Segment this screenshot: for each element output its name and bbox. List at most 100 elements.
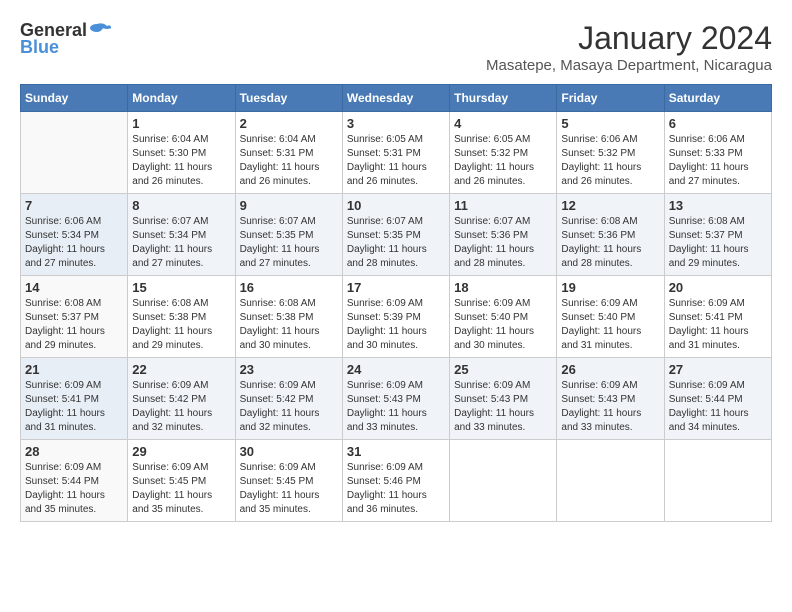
table-row: 8 Sunrise: 6:07 AMSunset: 5:34 PMDayligh… bbox=[128, 194, 235, 276]
day-number: 15 bbox=[132, 280, 230, 295]
cell-info: Sunrise: 6:09 AMSunset: 5:39 PMDaylight:… bbox=[347, 298, 427, 351]
day-number: 26 bbox=[561, 362, 659, 377]
cell-info: Sunrise: 6:09 AMSunset: 5:40 PMDaylight:… bbox=[561, 298, 641, 351]
day-number: 18 bbox=[454, 280, 552, 295]
calendar-week-row: 7 Sunrise: 6:06 AMSunset: 5:34 PMDayligh… bbox=[21, 194, 772, 276]
table-row: 26 Sunrise: 6:09 AMSunset: 5:43 PMDaylig… bbox=[557, 358, 664, 440]
header-wednesday: Wednesday bbox=[342, 85, 449, 112]
day-number: 24 bbox=[347, 362, 445, 377]
day-number: 17 bbox=[347, 280, 445, 295]
table-row: 16 Sunrise: 6:08 AMSunset: 5:38 PMDaylig… bbox=[235, 276, 342, 358]
day-number: 6 bbox=[669, 116, 767, 131]
day-number: 3 bbox=[347, 116, 445, 131]
table-row: 24 Sunrise: 6:09 AMSunset: 5:43 PMDaylig… bbox=[342, 358, 449, 440]
cell-info: Sunrise: 6:08 AMSunset: 5:38 PMDaylight:… bbox=[240, 298, 320, 351]
cell-info: Sunrise: 6:09 AMSunset: 5:43 PMDaylight:… bbox=[454, 380, 534, 433]
cell-info: Sunrise: 6:04 AMSunset: 5:30 PMDaylight:… bbox=[132, 134, 212, 187]
table-row: 14 Sunrise: 6:08 AMSunset: 5:37 PMDaylig… bbox=[21, 276, 128, 358]
cell-info: Sunrise: 6:09 AMSunset: 5:43 PMDaylight:… bbox=[347, 380, 427, 433]
table-row: 27 Sunrise: 6:09 AMSunset: 5:44 PMDaylig… bbox=[664, 358, 771, 440]
header-friday: Friday bbox=[557, 85, 664, 112]
header-sunday: Sunday bbox=[21, 85, 128, 112]
calendar-week-row: 28 Sunrise: 6:09 AMSunset: 5:44 PMDaylig… bbox=[21, 440, 772, 522]
location-title: Masatepe, Masaya Department, Nicaragua bbox=[486, 57, 772, 74]
table-row bbox=[557, 440, 664, 522]
table-row: 11 Sunrise: 6:07 AMSunset: 5:36 PMDaylig… bbox=[450, 194, 557, 276]
cell-info: Sunrise: 6:06 AMSunset: 5:33 PMDaylight:… bbox=[669, 134, 749, 187]
table-row bbox=[664, 440, 771, 522]
calendar-week-row: 21 Sunrise: 6:09 AMSunset: 5:41 PMDaylig… bbox=[21, 358, 772, 440]
cell-info: Sunrise: 6:07 AMSunset: 5:35 PMDaylight:… bbox=[240, 216, 320, 269]
day-number: 19 bbox=[561, 280, 659, 295]
logo-blue: Blue bbox=[20, 37, 59, 58]
header-tuesday: Tuesday bbox=[235, 85, 342, 112]
day-number: 1 bbox=[132, 116, 230, 131]
day-number: 4 bbox=[454, 116, 552, 131]
day-number: 8 bbox=[132, 198, 230, 213]
cell-info: Sunrise: 6:05 AMSunset: 5:32 PMDaylight:… bbox=[454, 134, 534, 187]
cell-info: Sunrise: 6:08 AMSunset: 5:36 PMDaylight:… bbox=[561, 216, 641, 269]
calendar-week-row: 14 Sunrise: 6:08 AMSunset: 5:37 PMDaylig… bbox=[21, 276, 772, 358]
table-row: 5 Sunrise: 6:06 AMSunset: 5:32 PMDayligh… bbox=[557, 112, 664, 194]
cell-info: Sunrise: 6:07 AMSunset: 5:35 PMDaylight:… bbox=[347, 216, 427, 269]
table-row: 15 Sunrise: 6:08 AMSunset: 5:38 PMDaylig… bbox=[128, 276, 235, 358]
day-number: 29 bbox=[132, 444, 230, 459]
table-row: 22 Sunrise: 6:09 AMSunset: 5:42 PMDaylig… bbox=[128, 358, 235, 440]
table-row: 20 Sunrise: 6:09 AMSunset: 5:41 PMDaylig… bbox=[664, 276, 771, 358]
header-thursday: Thursday bbox=[450, 85, 557, 112]
table-row: 7 Sunrise: 6:06 AMSunset: 5:34 PMDayligh… bbox=[21, 194, 128, 276]
day-number: 12 bbox=[561, 198, 659, 213]
day-number: 28 bbox=[25, 444, 123, 459]
cell-info: Sunrise: 6:06 AMSunset: 5:32 PMDaylight:… bbox=[561, 134, 641, 187]
table-row bbox=[21, 112, 128, 194]
header-saturday: Saturday bbox=[664, 85, 771, 112]
day-number: 20 bbox=[669, 280, 767, 295]
cell-info: Sunrise: 6:09 AMSunset: 5:46 PMDaylight:… bbox=[347, 462, 427, 515]
day-number: 27 bbox=[669, 362, 767, 377]
day-number: 31 bbox=[347, 444, 445, 459]
cell-info: Sunrise: 6:09 AMSunset: 5:40 PMDaylight:… bbox=[454, 298, 534, 351]
calendar-header-row: Sunday Monday Tuesday Wednesday Thursday… bbox=[21, 85, 772, 112]
day-number: 30 bbox=[240, 444, 338, 459]
cell-info: Sunrise: 6:08 AMSunset: 5:37 PMDaylight:… bbox=[25, 298, 105, 351]
logo: General Blue bbox=[20, 20, 111, 58]
day-number: 22 bbox=[132, 362, 230, 377]
cell-info: Sunrise: 6:09 AMSunset: 5:45 PMDaylight:… bbox=[240, 462, 320, 515]
cell-info: Sunrise: 6:09 AMSunset: 5:44 PMDaylight:… bbox=[25, 462, 105, 515]
calendar-week-row: 1 Sunrise: 6:04 AMSunset: 5:30 PMDayligh… bbox=[21, 112, 772, 194]
table-row: 23 Sunrise: 6:09 AMSunset: 5:42 PMDaylig… bbox=[235, 358, 342, 440]
day-number: 16 bbox=[240, 280, 338, 295]
cell-info: Sunrise: 6:09 AMSunset: 5:44 PMDaylight:… bbox=[669, 380, 749, 433]
cell-info: Sunrise: 6:08 AMSunset: 5:37 PMDaylight:… bbox=[669, 216, 749, 269]
table-row: 31 Sunrise: 6:09 AMSunset: 5:46 PMDaylig… bbox=[342, 440, 449, 522]
header-monday: Monday bbox=[128, 85, 235, 112]
table-row: 4 Sunrise: 6:05 AMSunset: 5:32 PMDayligh… bbox=[450, 112, 557, 194]
cell-info: Sunrise: 6:08 AMSunset: 5:38 PMDaylight:… bbox=[132, 298, 212, 351]
title-block: January 2024 Masatepe, Masaya Department… bbox=[486, 20, 772, 74]
table-row: 21 Sunrise: 6:09 AMSunset: 5:41 PMDaylig… bbox=[21, 358, 128, 440]
cell-info: Sunrise: 6:06 AMSunset: 5:34 PMDaylight:… bbox=[25, 216, 105, 269]
table-row: 6 Sunrise: 6:06 AMSunset: 5:33 PMDayligh… bbox=[664, 112, 771, 194]
day-number: 25 bbox=[454, 362, 552, 377]
day-number: 14 bbox=[25, 280, 123, 295]
day-number: 21 bbox=[25, 362, 123, 377]
day-number: 10 bbox=[347, 198, 445, 213]
table-row: 2 Sunrise: 6:04 AMSunset: 5:31 PMDayligh… bbox=[235, 112, 342, 194]
cell-info: Sunrise: 6:05 AMSunset: 5:31 PMDaylight:… bbox=[347, 134, 427, 187]
calendar-table: Sunday Monday Tuesday Wednesday Thursday… bbox=[20, 84, 772, 522]
page-header: General Blue January 2024 Masatepe, Masa… bbox=[20, 20, 772, 74]
table-row: 12 Sunrise: 6:08 AMSunset: 5:36 PMDaylig… bbox=[557, 194, 664, 276]
cell-info: Sunrise: 6:09 AMSunset: 5:42 PMDaylight:… bbox=[240, 380, 320, 433]
table-row: 9 Sunrise: 6:07 AMSunset: 5:35 PMDayligh… bbox=[235, 194, 342, 276]
cell-info: Sunrise: 6:09 AMSunset: 5:43 PMDaylight:… bbox=[561, 380, 641, 433]
day-number: 23 bbox=[240, 362, 338, 377]
table-row: 28 Sunrise: 6:09 AMSunset: 5:44 PMDaylig… bbox=[21, 440, 128, 522]
cell-info: Sunrise: 6:09 AMSunset: 5:41 PMDaylight:… bbox=[25, 380, 105, 433]
cell-info: Sunrise: 6:09 AMSunset: 5:45 PMDaylight:… bbox=[132, 462, 212, 515]
day-number: 5 bbox=[561, 116, 659, 131]
table-row: 18 Sunrise: 6:09 AMSunset: 5:40 PMDaylig… bbox=[450, 276, 557, 358]
table-row: 13 Sunrise: 6:08 AMSunset: 5:37 PMDaylig… bbox=[664, 194, 771, 276]
table-row: 17 Sunrise: 6:09 AMSunset: 5:39 PMDaylig… bbox=[342, 276, 449, 358]
table-row: 3 Sunrise: 6:05 AMSunset: 5:31 PMDayligh… bbox=[342, 112, 449, 194]
table-row: 19 Sunrise: 6:09 AMSunset: 5:40 PMDaylig… bbox=[557, 276, 664, 358]
